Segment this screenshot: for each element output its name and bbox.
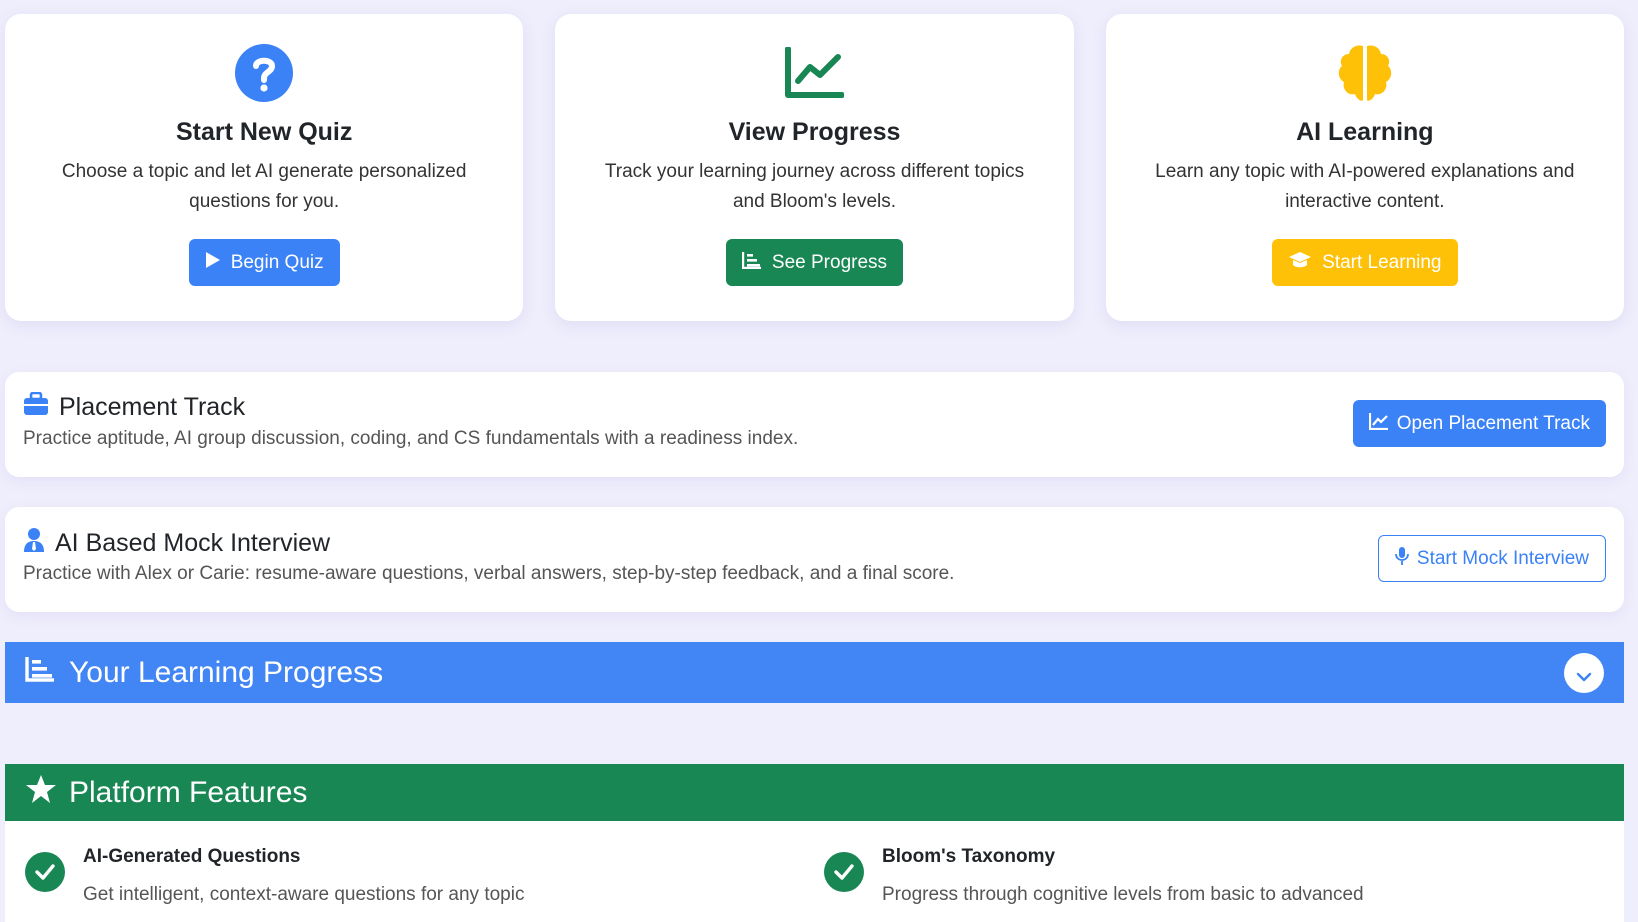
feature-desc: Progress through cognitive levels from b… [882, 884, 1364, 905]
star-icon [25, 774, 57, 812]
start-mock-interview-button[interactable]: Start Mock Interview [1377, 535, 1606, 582]
check-circle-icon [824, 852, 864, 892]
feature-desc: Get intelligent, context-aware questions… [83, 884, 525, 905]
ai-learning-card-title: AI Learning [1296, 118, 1434, 146]
check-circle-icon [25, 852, 65, 892]
start-learning-label: Start Learning [1322, 251, 1442, 273]
mock-interview-heading: AI Based Mock Interview [23, 527, 330, 560]
feature-title: Bloom's Taxonomy [882, 846, 1056, 867]
mock-interview-desc: Practice with Alex or Carie: resume-awar… [23, 563, 955, 584]
open-placement-track-label: Open Placement Track [1396, 412, 1590, 434]
play-icon [205, 251, 221, 275]
placement-track-title: Placement Track [59, 393, 246, 421]
bar-chart-icon [25, 656, 55, 690]
briefcase-icon [23, 391, 49, 423]
placement-track-panel: Placement Track Practice aptitude, AI gr… [5, 372, 1624, 477]
start-learning-button[interactable]: Start Learning [1272, 239, 1458, 286]
quiz-card-desc: Choose a topic and let AI generate perso… [61, 161, 467, 212]
placement-track-heading: Placement Track [23, 391, 246, 423]
platform-features-panel: Platform Features AI-Generated Questions… [5, 764, 1624, 922]
brain-icon [1334, 42, 1396, 104]
progress-card-desc: Track your learning journey across diffe… [604, 161, 1025, 212]
placement-track-desc: Practice aptitude, AI group discussion, … [23, 428, 799, 449]
person-tie-icon [23, 527, 45, 560]
feature-item: AI-Generated Questions Get intelligent, … [25, 842, 524, 906]
bar-chart-icon [741, 251, 762, 275]
collapse-toggle-button[interactable] [1564, 652, 1604, 693]
progress-card: View Progress Track your learning journe… [555, 14, 1074, 321]
mock-interview-title: AI Based Mock Interview [55, 529, 331, 557]
begin-quiz-button[interactable]: Begin Quiz [188, 239, 340, 286]
progress-card-title: View Progress [728, 118, 901, 146]
ai-learning-card-desc: Learn any topic with AI-powered explanat… [1155, 161, 1575, 212]
line-chart-small-icon [1368, 412, 1389, 436]
learning-progress-title: Your Learning Progress [69, 655, 384, 689]
quiz-card-title: Start New Quiz [175, 118, 353, 146]
feature-title: AI-Generated Questions [83, 846, 301, 867]
see-progress-button[interactable]: See Progress [725, 239, 904, 286]
chevron-down-icon [1576, 656, 1592, 690]
begin-quiz-label: Begin Quiz [230, 251, 324, 273]
line-chart-icon [784, 42, 845, 104]
platform-features-title: Platform Features [69, 775, 308, 809]
quiz-card: Start New Quiz Choose a topic and let AI… [5, 14, 524, 321]
action-cards: Start New Quiz Choose a topic and let AI… [5, 14, 1624, 321]
question-circle-icon [234, 42, 294, 104]
learning-progress-header[interactable]: Your Learning Progress [5, 642, 1624, 703]
ai-learning-card: AI Learning Learn any topic with AI-powe… [1105, 14, 1624, 321]
open-placement-track-button[interactable]: Open Placement Track [1352, 400, 1606, 447]
mock-interview-panel: AI Based Mock Interview Practice with Al… [5, 507, 1624, 612]
feature-item: Bloom's Taxonomy Progress through cognit… [824, 842, 1364, 906]
platform-features-header: Platform Features [5, 764, 1624, 821]
microphone-icon [1394, 546, 1409, 572]
see-progress-label: See Progress [771, 251, 888, 273]
graduation-cap-icon [1288, 251, 1312, 275]
start-mock-interview-label: Start Mock Interview [1416, 547, 1589, 569]
